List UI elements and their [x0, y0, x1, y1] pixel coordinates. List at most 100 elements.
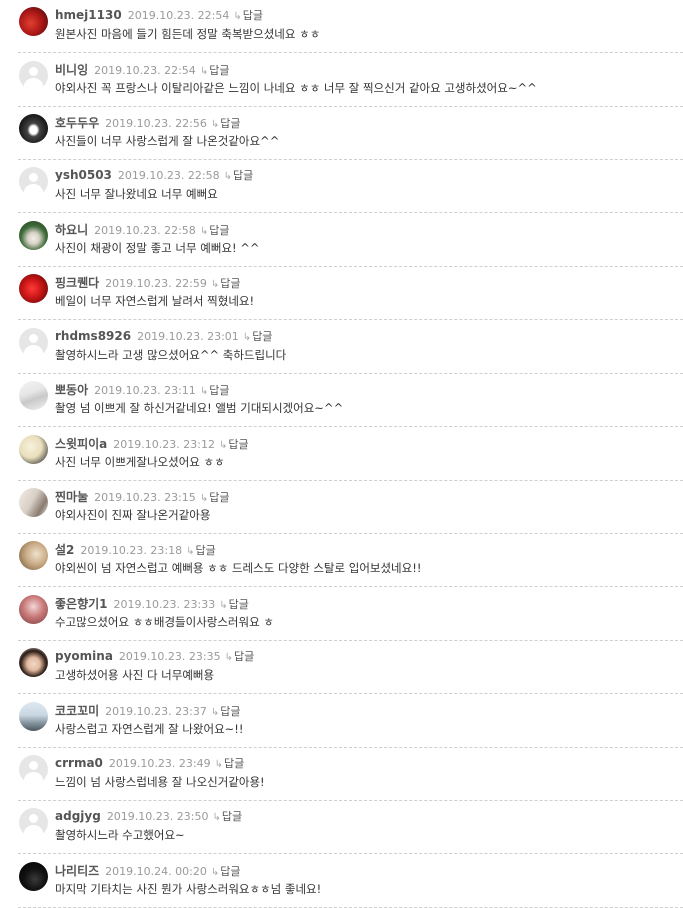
comment-author[interactable]: 하요니: [55, 221, 88, 238]
user-avatar[interactable]: [19, 7, 48, 36]
comment-date: 2019.10.24. 00:20: [105, 865, 207, 878]
comment-date: 2019.10.23. 23:11: [94, 384, 196, 397]
user-avatar[interactable]: [19, 862, 48, 891]
comment-author[interactable]: 비니잉: [55, 61, 88, 78]
default-avatar-body-icon: [24, 345, 43, 357]
user-avatar[interactable]: [19, 114, 48, 143]
comment-meta: 하요니 2019.10.23. 22:58 ↳답글: [55, 221, 229, 237]
reply-button[interactable]: ↳답글: [224, 167, 254, 183]
comment-author[interactable]: crrma0: [55, 756, 103, 770]
comment-author[interactable]: rhdms8926: [55, 329, 131, 343]
reply-label: 답글: [220, 865, 241, 878]
user-avatar[interactable]: [19, 488, 48, 517]
comment-author[interactable]: hmej1130: [55, 8, 122, 22]
comment-meta: 찐마눌 2019.10.23. 23:15 ↳답글: [55, 488, 229, 504]
comment-date: 2019.10.23. 23:35: [118, 650, 221, 663]
comment-author[interactable]: adgjyg: [55, 809, 101, 823]
reply-button[interactable]: ↳답글: [211, 115, 241, 131]
reply-button[interactable]: ↳답글: [213, 808, 243, 824]
comment-date: 2019.10.23. 23:49: [108, 757, 211, 770]
reply-button[interactable]: ↳답글: [219, 436, 249, 452]
reply-button[interactable]: ↳답글: [211, 275, 241, 291]
default-avatar-head-icon: [29, 67, 38, 76]
user-avatar[interactable]: [19, 328, 48, 357]
user-avatar[interactable]: [19, 221, 48, 250]
comment-author[interactable]: 설2: [55, 541, 74, 558]
comment-date: 2019.10.23. 23:18: [80, 544, 183, 557]
comment-text: 야외씬이 넘 자연스럽고 예뻐용 ㅎㅎ 드레스도 다양한 스탈로 입어보셨네요!…: [55, 561, 422, 575]
reply-arrow-icon: ↳: [214, 759, 223, 770]
reply-arrow-icon: ↳: [210, 119, 220, 130]
reply-button[interactable]: ↳답글: [200, 489, 230, 505]
reply-arrow-icon: ↳: [199, 386, 209, 397]
default-avatar-body-icon: [24, 78, 43, 90]
comment-item: 나리티즈 2019.10.24. 00:20 ↳답글 마지막 기타치는 사진 뭔가 사…: [0, 855, 683, 908]
reply-button[interactable]: ↳답글: [219, 596, 249, 612]
reply-arrow-icon: ↳: [199, 66, 209, 77]
reply-arrow-icon: ↳: [210, 707, 220, 718]
comment-author[interactable]: 좋은향기1: [55, 595, 108, 612]
comment-meta: 스윗피이a 2019.10.23. 23:12 ↳답글: [55, 435, 249, 451]
comment-author[interactable]: 호두두우: [55, 114, 99, 131]
comment-date: 2019.10.23. 23:37: [105, 705, 207, 718]
comment-author[interactable]: pyomina: [55, 649, 113, 663]
reply-button[interactable]: ↳답글: [225, 648, 255, 664]
comment-text: 베일이 너무 자연스럽게 날려서 찍혔네요!: [55, 294, 255, 308]
user-avatar[interactable]: [19, 61, 48, 90]
reply-button[interactable]: ↳답글: [200, 222, 230, 238]
comment-text: 사랑스럽고 자연스럽게 잘 나왔어요~!!: [55, 722, 244, 736]
comment-author[interactable]: ysh0503: [55, 168, 112, 182]
reply-label: 답글: [195, 544, 216, 557]
comment-meta: 나리티즈 2019.10.24. 00:20 ↳답글: [55, 862, 241, 878]
comment-item: hmej1130 2019.10.23. 22:54 ↳답글 원본사진 마음에 들기 …: [0, 0, 683, 53]
reply-label: 답글: [220, 277, 241, 290]
user-avatar[interactable]: [19, 541, 48, 570]
user-avatar[interactable]: [19, 167, 48, 196]
comment-author[interactable]: 스윗피이a: [55, 435, 107, 452]
comment-text: 원본사진 마음에 들기 힘든데 정말 축복받으셨네요 ㅎㅎ: [55, 27, 321, 41]
reply-label: 답글: [209, 64, 230, 77]
reply-arrow-icon: ↳: [212, 812, 221, 823]
reply-button[interactable]: ↳답글: [186, 542, 216, 558]
user-avatar[interactable]: [19, 274, 48, 303]
reply-button[interactable]: ↳답글: [233, 7, 263, 23]
comment-author[interactable]: 찐마눌: [55, 488, 88, 505]
comment-author[interactable]: 코코꼬미: [55, 702, 99, 719]
comment-item: 스윗피이a 2019.10.23. 23:12 ↳답글 사진 너무 이쁘게잘나오셨어요…: [0, 428, 683, 481]
comment-item: 뽀동아 2019.10.23. 23:11 ↳답글 촬영 넘 이쁘게 잘 하신거같네요…: [0, 374, 683, 427]
reply-button[interactable]: ↳답글: [211, 863, 241, 879]
comment-meta: 호두두우 2019.10.23. 22:56 ↳답글: [55, 114, 241, 130]
reply-arrow-icon: ↳: [186, 546, 195, 557]
reply-button[interactable]: ↳답글: [211, 703, 241, 719]
comment-date: 2019.10.23. 23:01: [137, 330, 239, 343]
comment-date: 2019.10.23. 22:56: [105, 117, 207, 130]
default-avatar-head-icon: [29, 173, 38, 182]
user-avatar[interactable]: [19, 702, 48, 731]
reply-label: 답글: [223, 757, 245, 770]
reply-button[interactable]: ↳답글: [200, 382, 230, 398]
reply-arrow-icon: ↳: [219, 600, 228, 611]
comment-date: 2019.10.23. 22:58: [117, 169, 220, 182]
comment-author[interactable]: 나리티즈: [55, 862, 99, 879]
comment-date: 2019.10.23. 22:54: [94, 64, 196, 77]
user-avatar[interactable]: [19, 595, 48, 624]
comment-author[interactable]: 뽀동아: [55, 381, 88, 398]
comment-text: 야외사진이 진짜 잘나온거같아용: [55, 508, 211, 522]
comment-author[interactable]: 핑크퀜다: [55, 274, 99, 291]
user-avatar[interactable]: [19, 381, 48, 410]
reply-button[interactable]: ↳답글: [243, 328, 273, 344]
reply-arrow-icon: ↳: [199, 226, 209, 237]
user-avatar[interactable]: [19, 755, 48, 784]
default-avatar-body-icon: [24, 772, 43, 784]
user-avatar[interactable]: [19, 808, 48, 837]
comment-item: 호두두우 2019.10.23. 22:56 ↳답글 사진들이 너무 사랑스럽게 잘 …: [0, 107, 683, 160]
reply-button[interactable]: ↳답글: [215, 755, 245, 771]
user-avatar[interactable]: [19, 435, 48, 464]
user-avatar[interactable]: [19, 648, 48, 677]
reply-arrow-icon: ↳: [224, 652, 233, 663]
default-avatar-body-icon: [24, 825, 43, 837]
comment-text: 촬영하시느라 수고했어요~: [55, 828, 185, 842]
comment-text: 촬영하시느라 고생 많으셨어요^^ 축하드립니다: [55, 348, 287, 362]
comment-text: 사진이 채광이 정말 좋고 너무 예뻐요! ^^: [55, 241, 260, 255]
reply-button[interactable]: ↳답글: [200, 62, 230, 78]
